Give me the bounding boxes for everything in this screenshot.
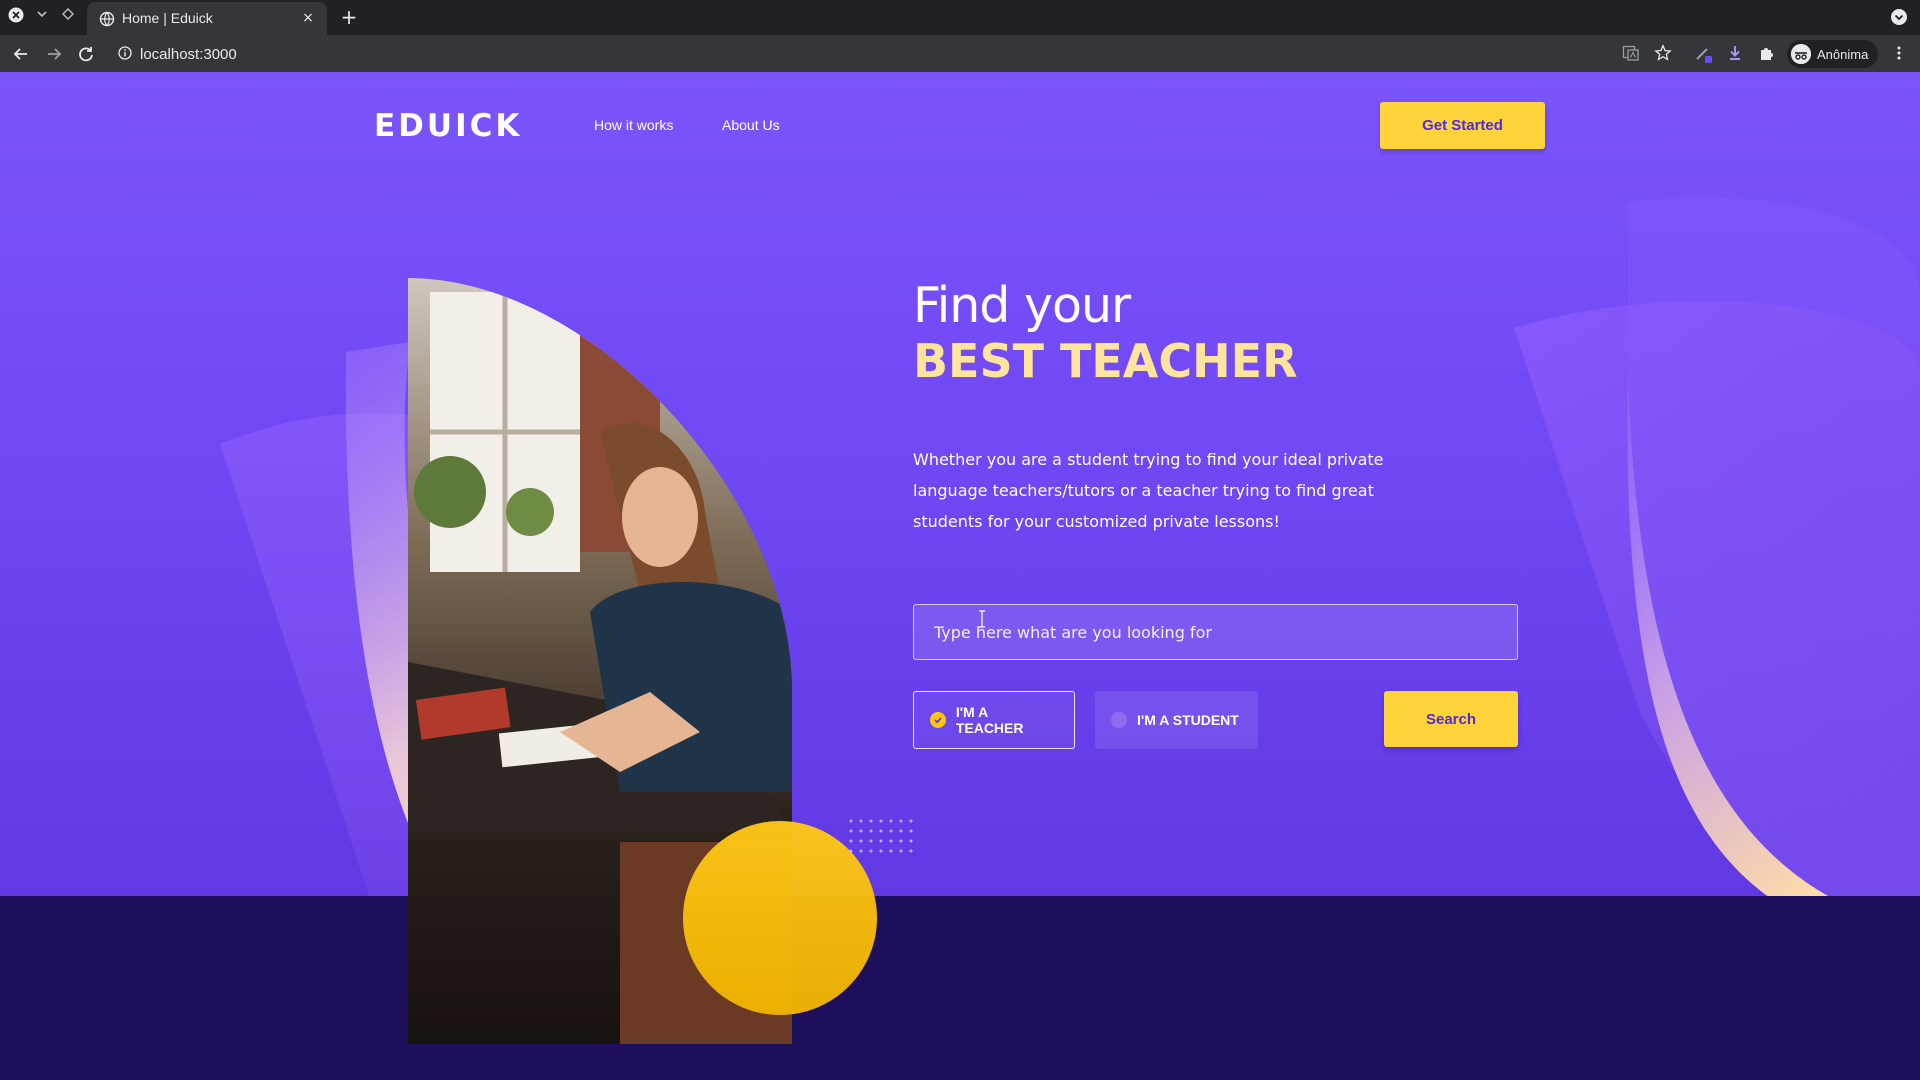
address-bar[interactable]: localhost:3000 [118,43,237,65]
role-teacher-option[interactable]: I'M A TEACHER [913,691,1075,749]
site-info-icon[interactable] [118,45,132,64]
browser-tab-active[interactable]: Home | Eduick × [87,2,327,35]
globe-icon [99,11,115,27]
bookmark-star-icon[interactable] [1654,44,1674,64]
role-teacher-label: I'M A TEACHER [955,704,1024,736]
hero-description: Whether you are a student trying to find… [913,450,1384,531]
extensions-puzzle-icon[interactable] [1758,44,1778,64]
role-student-label: I'M A STUDENT [1137,712,1239,728]
window-close-icon[interactable] [6,7,26,27]
profile-name: Anônima [1817,46,1869,62]
radio-checked-icon [930,712,946,728]
download-icon[interactable] [1726,44,1746,64]
hero-photo-student-writing [408,278,877,1044]
get-started-button[interactable]: Get Started [1380,102,1545,149]
search-input[interactable] [913,604,1518,660]
tab-list-chevron-icon[interactable] [32,7,52,27]
eduick-logo[interactable]: EDUICK [374,108,522,144]
tab-pin-diamond-icon[interactable] [58,7,78,27]
nav-how-it-works[interactable]: How it works [594,117,673,133]
browser-menu-kebab-icon[interactable] [1890,44,1910,64]
nav-about-us[interactable]: About Us [722,117,780,133]
radio-unchecked-icon [1111,712,1127,728]
hero-title-line2: BEST TEACHER [913,334,1298,388]
search-button[interactable]: Search [1384,691,1518,747]
incognito-avatar-icon [1791,44,1811,64]
decorative-dot-grid [846,816,916,854]
browser-tab-bar: Home | Eduick × + [0,0,1920,35]
tab-title: Home | Eduick [122,10,213,26]
translate-icon[interactable] [1622,44,1642,64]
tab-search-icon[interactable] [1890,8,1908,26]
browser-toolbar: localhost:3000 Anônima [0,35,1920,72]
reload-icon[interactable] [75,43,97,65]
new-tab-button[interactable]: + [338,6,360,28]
role-student-option[interactable]: I'M A STUDENT [1095,691,1258,749]
pen-extension-icon[interactable] [1694,44,1714,64]
text-cursor-icon [978,610,986,628]
hero-title-line1: Find your [913,277,1131,334]
landing-page: EDUICK How it works About Us Get Started… [0,72,1920,1080]
tab-close-icon[interactable]: × [299,9,317,27]
profile-chip[interactable]: Anônima [1787,40,1879,68]
url-text: localhost:3000 [140,45,237,63]
forward-arrow-icon[interactable] [43,43,65,65]
back-arrow-icon[interactable] [10,43,32,65]
